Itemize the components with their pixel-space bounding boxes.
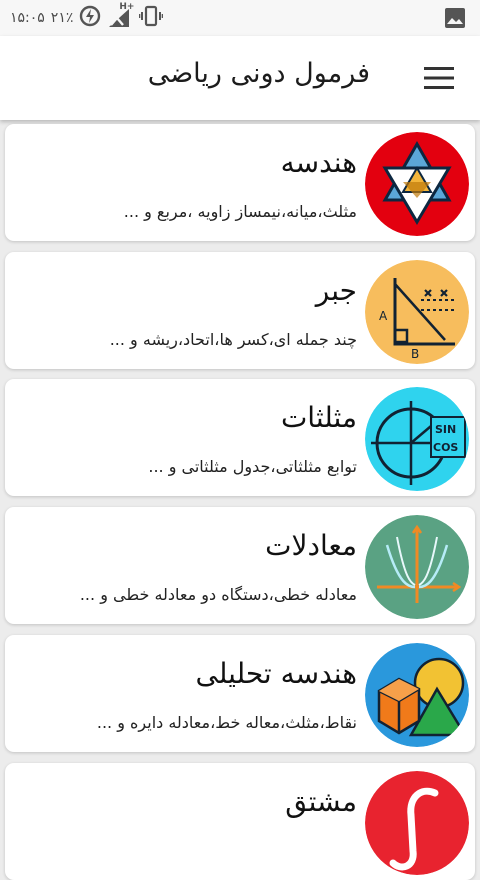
menu-button[interactable] bbox=[424, 66, 454, 90]
menu-icon bbox=[424, 67, 454, 89]
algebra-label-a: A bbox=[379, 309, 388, 323]
equations-icon bbox=[365, 515, 469, 619]
calculus-icon bbox=[365, 771, 469, 875]
category-title: مثلثات bbox=[280, 401, 357, 434]
category-title: معادلات bbox=[265, 529, 357, 562]
image-icon bbox=[444, 7, 466, 33]
category-title: مشتق bbox=[285, 785, 357, 818]
trig-label-sin: SIN bbox=[435, 423, 456, 436]
category-card-algebra[interactable]: A B جبر چند جمله ای،کسر ها،اتحاد،ریشه و … bbox=[5, 252, 475, 369]
category-card-calculus[interactable]: مشتق bbox=[5, 763, 475, 880]
app-title: فرمول دونی ریاضی bbox=[147, 58, 370, 89]
category-description: چند جمله ای،کسر ها،اتحاد،ریشه و ... bbox=[109, 330, 357, 349]
category-description: مثلث،میانه،نیمساز زاویه ،مربع و ... bbox=[123, 202, 357, 221]
category-card-trigonometry[interactable]: SIN COS مثلثات توابع مثلثاتی،جدول مثلثات… bbox=[5, 379, 475, 496]
battery-saver-icon bbox=[79, 5, 101, 31]
status-bar: ۱۵:۰۵ ۲۱٪ H+ bbox=[0, 0, 480, 36]
geometry-icon bbox=[365, 132, 469, 236]
category-title: جبر bbox=[315, 274, 357, 307]
category-card-geometry[interactable]: هندسه مثلث،میانه،نیمساز زاویه ،مربع و ..… bbox=[5, 124, 475, 241]
algebra-icon: A B bbox=[365, 260, 469, 364]
category-description: نقاط،مثلث،معاله خط،معادله دایره و ... bbox=[96, 713, 357, 732]
trig-label-cos: COS bbox=[433, 441, 458, 454]
category-title: هندسه bbox=[280, 146, 357, 179]
category-card-equations[interactable]: معادلات معادله خطی،دستگاه دو معادله خطی … bbox=[5, 507, 475, 624]
clock: ۱۵:۰۵ bbox=[10, 10, 45, 26]
category-card-analytic-geometry[interactable]: هندسه تحلیلی نقاط،مثلث،معاله خط،معادله د… bbox=[5, 635, 475, 752]
network-type: H+ bbox=[119, 2, 135, 12]
category-description: توابع مثلثاتی،جدول مثلثاتی و ... bbox=[148, 457, 357, 476]
status-icons: ۱۵:۰۵ ۲۱٪ H+ bbox=[10, 2, 164, 31]
category-description: معادله خطی،دستگاه دو معادله خطی و ... bbox=[79, 585, 357, 604]
vibrate-icon bbox=[139, 5, 164, 31]
algebra-label-b: B bbox=[411, 347, 419, 361]
trigonometry-icon: SIN COS bbox=[365, 387, 469, 491]
battery-percent: ۲۱٪ bbox=[50, 10, 74, 26]
signal-icon: H+ bbox=[107, 2, 134, 29]
analytic-geometry-icon bbox=[365, 643, 469, 747]
app-bar: فرمول دونی ریاضی bbox=[0, 36, 480, 120]
category-title: هندسه تحلیلی bbox=[195, 657, 357, 690]
